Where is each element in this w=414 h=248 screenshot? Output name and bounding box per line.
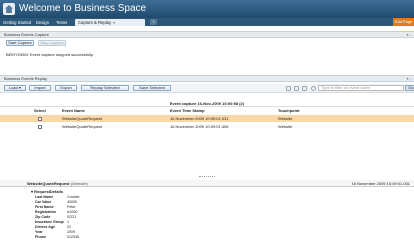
save-selected-button[interactable]: Save Selected [133,85,171,91]
timestamp-cell: 16 November 2009 10:09:01.406 [170,124,229,129]
search-input[interactable]: Type to filter on event name [318,85,404,91]
prop-label: Registration [35,210,56,214]
banner: Welcome to Business Space [0,0,414,18]
tab-design[interactable]: Design [33,19,52,26]
prop-value: Peter [67,205,76,209]
export-button[interactable]: Export [55,85,77,91]
edit-page-button[interactable]: Edit Page [393,18,414,26]
delete-icon[interactable] [302,86,307,91]
touchpoint-cell: Website [278,124,293,129]
select-all-icon[interactable] [286,86,291,91]
splitter-handle[interactable] [199,176,215,178]
chevron-down-icon: ▾ [19,85,22,90]
prop-value: 40000 [67,200,77,204]
prop-value: 012345 [67,235,79,239]
prop-value: 22 [67,225,71,229]
tab-tester[interactable]: Tester [53,19,70,26]
prop-label: Drivers Age [35,225,56,229]
prop-label: Zip Code [35,215,51,219]
prop-label: Phone [35,235,46,239]
deselect-icon[interactable] [294,86,299,91]
panel-controls-icon[interactable]: ▾ – [407,76,412,82]
prop-label: Year [35,230,43,234]
stop-capture-button[interactable]: Stop Capture [38,40,66,46]
load-button[interactable]: Load ▾ [4,85,26,91]
table-caption: Event capture 16-Nov-2009 10:00:58 (2) [0,100,414,107]
app-window: Welcome to Business Space Getting Starte… [0,0,414,248]
replay-title-text: Business Events Replay [4,76,48,81]
header-select: Select [34,108,46,113]
touchpoint-cell: Website [278,116,293,121]
prop-value: Crocker [67,195,80,199]
prop-value: 1 [67,220,69,224]
prop-value: A1000 [67,210,78,214]
header-event-name[interactable]: Event Name [62,108,85,114]
tab-menu-icon[interactable]: ▾ [113,20,115,25]
prop-label: First Name [35,205,54,209]
prop-label: Last Name [35,195,54,199]
row-checkbox[interactable] [38,116,42,121]
header-timestamp[interactable]: Event Time Stamp [170,108,205,114]
page-title: Welcome to Business Space [19,3,147,14]
section-request-details[interactable]: ▾ RequestDetails [31,189,63,194]
import-button[interactable]: Import [29,85,51,91]
collapse-icon: ▾ [31,189,34,194]
table-row[interactable]: WebsiteQuoteRequest 16 November 2009 10:… [0,115,414,122]
home-icon [3,3,15,15]
add-tab-button[interactable]: + [150,19,157,25]
capture-panel-title: Business Events Capture ▾ – [0,31,414,38]
section-label: RequestDetails [34,189,64,194]
capture-title-text: Business Events Capture [4,32,49,37]
prop-value: 2009 [67,230,75,234]
tab-label: Capture & Replay [78,20,112,25]
tab-bar: Getting Started Design Tester Capture & … [0,18,414,26]
prop-label: Car Value [35,200,52,204]
row-checkbox[interactable] [38,124,42,129]
detail-timestamp: 16 November 2009 10:09:01.031 [351,181,411,186]
header-touchpoint[interactable]: Touchpoint [278,108,299,114]
replay-toolbar: Load ▾ Import Export Replay Selected Sav… [0,84,414,93]
event-name-cell: WebsiteQuoteRequest [62,124,103,129]
detail-source: (Website) [70,181,88,186]
prop-label: Insurance Group [35,220,64,224]
event-name-cell: WebsiteQuoteRequest [62,116,103,121]
start-capture-button[interactable]: Start Capture [6,40,34,46]
load-label: Load [8,85,18,90]
go-button[interactable]: Go [405,85,414,91]
status-message: BEEIY0350I: Event capture stopped succes… [6,52,94,57]
replay-panel-title: Business Events Replay ▾ – [0,75,414,82]
replay-selected-button[interactable]: Replay Selected [81,85,129,91]
detail-header: WebsiteQuoteRequest (Website) 16 Novembe… [0,180,414,187]
timestamp-cell: 16 November 2009 10:09:01.031 [170,116,229,121]
table-row[interactable]: WebsiteQuoteRequest 16 November 2009 10:… [0,123,414,130]
panel-controls-icon[interactable]: ▾ – [407,32,412,38]
filter-icon[interactable] [311,86,316,91]
detail-event-name: WebsiteQuoteRequest [27,181,70,186]
prop-value: SO21 [67,215,77,219]
tab-getting-started[interactable]: Getting Started [0,19,34,26]
tab-capture-replay[interactable]: Capture & Replay ▾ [75,19,145,26]
